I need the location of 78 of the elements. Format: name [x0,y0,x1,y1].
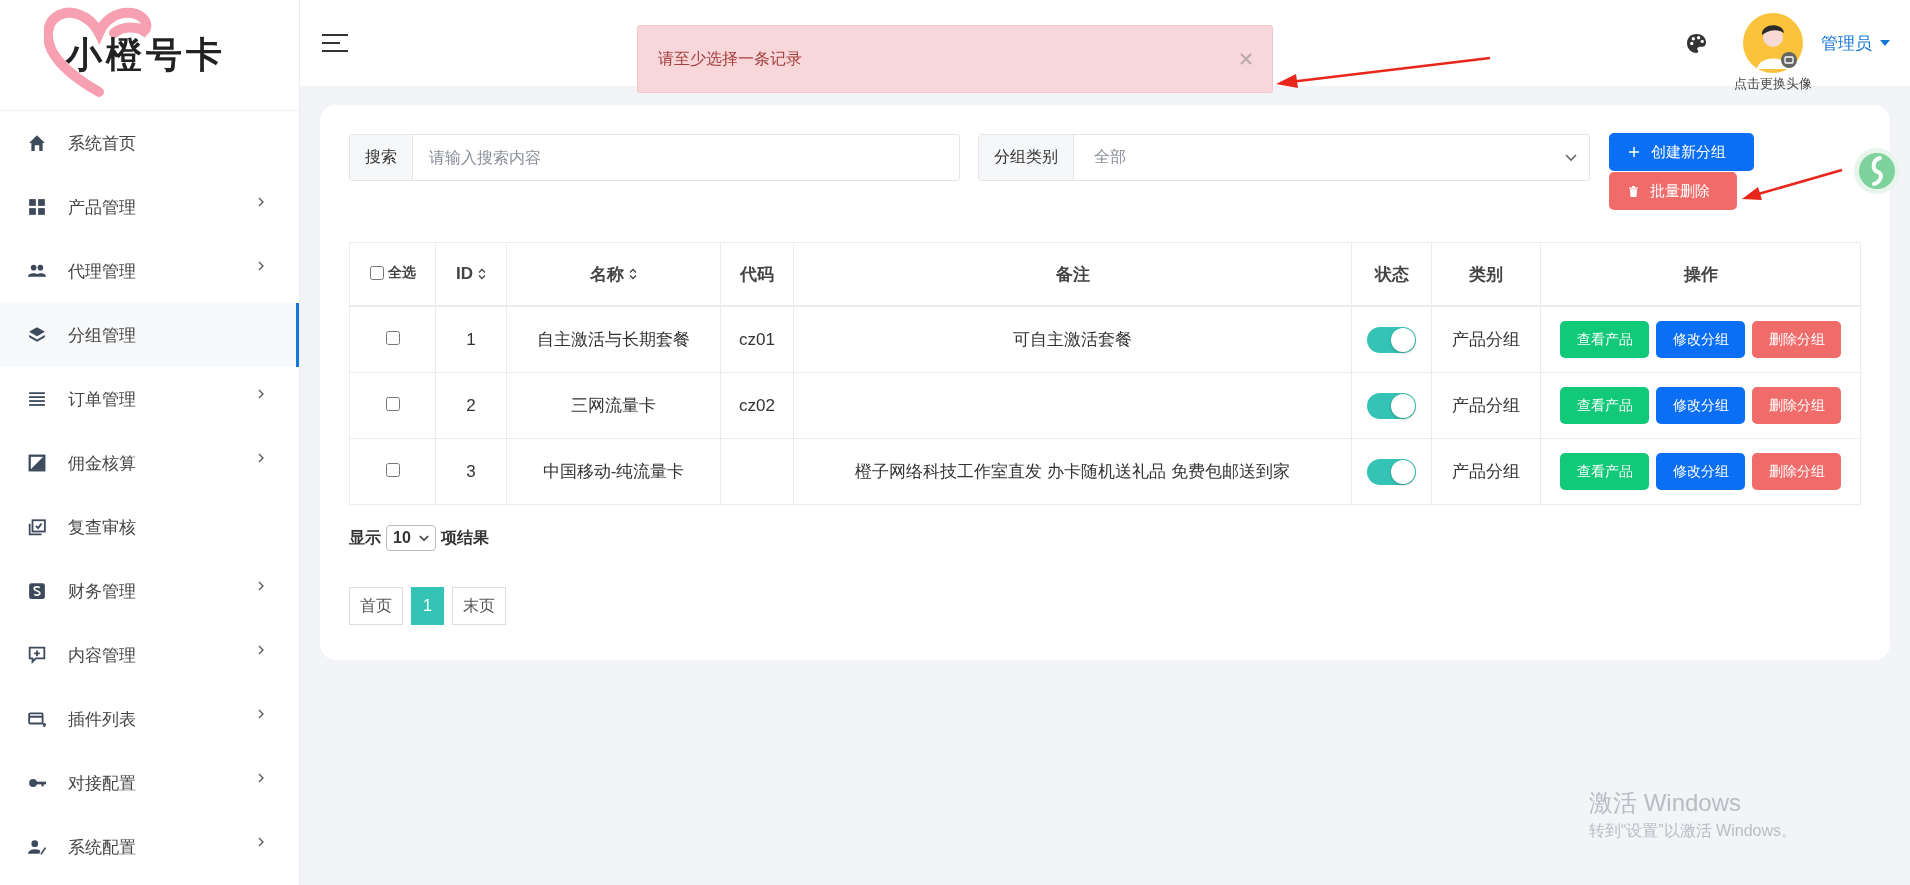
sidebar-item[interactable]: 订单管理 [0,367,299,431]
table-cell: 2 [466,395,476,415]
edit-group-button[interactable]: 修改分组 [1656,321,1745,358]
table-cell: 产品分组 [1452,330,1520,349]
row-checkbox[interactable] [385,462,400,477]
table-cell: 橙子网络科技工作室直发 办卡随机送礼品 免费包邮送到家 [855,462,1290,481]
layers-icon [28,326,46,344]
logo-text: 小橙号卡 [65,31,226,77]
column-header: 类别 [1469,263,1503,286]
status-toggle[interactable] [1367,392,1416,419]
pagination-link[interactable]: 末页 [451,587,506,625]
page-size-select[interactable]: 10 [386,525,436,551]
home-icon [28,134,46,152]
sidebar-item[interactable]: 系统配置 [0,815,299,879]
search-field[interactable]: 请输入搜索内容 [413,135,959,180]
sidebar-item[interactable]: 产品管理 [0,175,299,239]
status-toggle[interactable] [1367,326,1416,353]
trash-icon [1629,185,1638,197]
avatar[interactable] [1743,13,1803,73]
card-icon [28,710,46,728]
sortable-column-header[interactable]: 名称 [590,262,637,286]
sidebar-item[interactable]: 复查审核 [0,495,299,559]
status-toggle[interactable] [1367,458,1416,485]
sidebar-item[interactable]: 插件列表 [0,687,299,751]
column-header: 备注 [1055,263,1090,286]
edit-group-button[interactable]: 修改分组 [1656,387,1745,424]
table-cell: 产品分组 [1452,396,1520,415]
table-cell: 3 [466,461,476,481]
sidebar-item[interactable]: 财务管理 [0,559,299,623]
sidebar-item[interactable]: 系统首页 [0,111,299,175]
sidebar-item[interactable]: 佣金核算 [0,431,299,495]
menu-icon[interactable] [322,34,348,52]
chart-icon [28,454,46,472]
select-all-checkbox[interactable] [369,265,384,280]
chevron-down-icon [418,534,429,542]
table-cell: 产品分组 [1452,462,1520,481]
row-checkbox[interactable] [385,330,400,345]
activation-notice-text: 转到“设置”以激活 Windows。 [1589,821,1797,841]
calendar-icon [28,518,46,536]
create-group-button[interactable]: 创建新分组 [1609,133,1754,171]
table-cell: cz01 [739,329,775,349]
dollar-icon [28,582,46,600]
category-select[interactable]: 分组类别 全部 [978,134,1590,181]
edit-group-button[interactable]: 修改分组 [1656,453,1745,490]
row-checkbox[interactable] [385,396,400,411]
grid-icon [28,198,46,216]
page-size-label: 项结果 [440,527,489,548]
plus-icon [1629,147,1639,157]
list-icon [28,390,46,408]
table-cell: cz02 [739,395,775,415]
table-cell: 三网流量卡 [571,396,656,415]
search-label: 搜索 [350,135,413,180]
sidebar-item[interactable]: 内容管理 [0,623,299,687]
column-header: 操作 [1683,263,1718,286]
activation-notice-title: 激活 Windows [1589,788,1743,818]
palette-icon[interactable] [1686,32,1707,54]
table-cell: 可自主激活套餐 [1013,330,1132,349]
table-cell: 中国移动-纯流量卡 [542,462,685,481]
page-size-label: 显示 [349,527,381,548]
chevron-down-icon [1565,153,1577,162]
alert-text: 请至少选择一条记录 [658,48,802,69]
comment-icon [28,646,46,664]
user-icon [28,838,46,856]
avatar-caption: 点击更换头像 [1734,75,1812,93]
sortable-column-header[interactable]: ID [456,264,486,284]
table-cell: 1 [466,329,476,349]
sidebar-item[interactable]: 分组管理 [0,303,299,367]
sidebar-item[interactable]: 代理管理 [0,239,299,303]
select-all-label: 全选 [387,263,416,282]
sidebar-item[interactable]: 对接配置 [0,751,299,815]
pagination-link[interactable]: 首页 [349,587,403,625]
column-header: 代码 [740,263,774,286]
search-box[interactable]: 搜索 请输入搜索内容 [349,134,960,181]
caret-down-icon [1880,40,1890,46]
people-icon [28,262,46,280]
table-cell: 自主激活与长期套餐 [537,330,690,349]
user-menu[interactable]: 管理员 [1821,31,1890,55]
column-header: 状态 [1374,263,1409,286]
